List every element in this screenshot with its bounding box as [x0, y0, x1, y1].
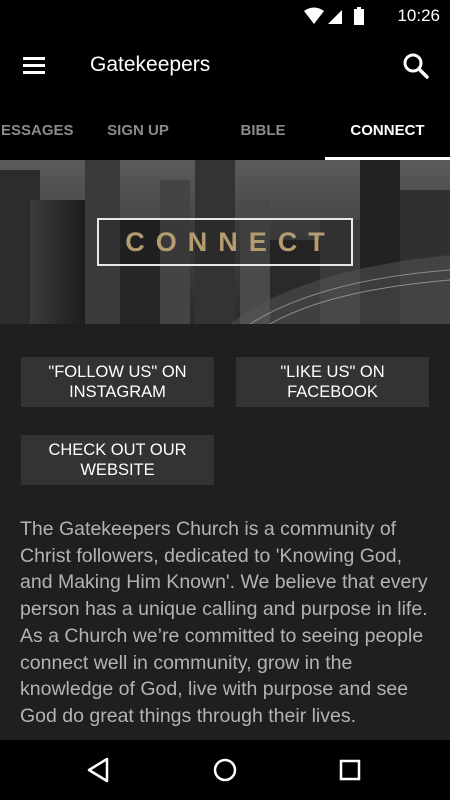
hero-banner: CONNECT	[0, 160, 450, 324]
app-title: Gatekeepers	[90, 53, 211, 76]
search-icon	[403, 53, 429, 79]
home-icon	[213, 758, 237, 782]
facebook-button[interactable]: "LIKE US" ON FACEBOOK	[236, 357, 429, 407]
connect-banner: CONNECT	[97, 218, 353, 266]
tab-bar: MESSAGES SIGN UP BIBLE CONNECT	[0, 100, 450, 160]
tab-label: MESSAGES	[0, 121, 74, 139]
connect-banner-text: CONNECT	[125, 226, 336, 257]
tab-label: SIGN UP	[107, 121, 169, 139]
signal-icon	[328, 10, 342, 24]
tab-label: BIBLE	[240, 121, 286, 139]
menu-button[interactable]	[20, 53, 50, 79]
menu-icon	[23, 57, 45, 74]
recents-button[interactable]	[334, 754, 366, 786]
battery-icon	[354, 7, 364, 25]
home-button[interactable]	[209, 754, 241, 786]
tab-sign-up[interactable]: SIGN UP	[80, 100, 196, 160]
website-button[interactable]: CHECK OUT OUR WEBSITE	[21, 435, 214, 485]
instagram-button[interactable]: "FOLLOW US" ON INSTAGRAM	[21, 357, 214, 407]
tab-bible[interactable]: BIBLE	[203, 100, 323, 160]
tab-label: CONNECT	[350, 121, 425, 139]
back-icon	[87, 757, 109, 783]
church-description: The Gatekeepers Church is a community of…	[20, 518, 428, 727]
system-nav-bar	[0, 740, 450, 800]
status-time: 10:26	[397, 6, 440, 25]
wifi-icon	[304, 7, 324, 24]
status-icons	[304, 7, 364, 25]
connect-content: "FOLLOW US" ON INSTAGRAM "LIKE US" ON FA…	[0, 324, 450, 740]
recents-icon	[339, 759, 361, 781]
search-button[interactable]	[402, 52, 430, 80]
back-button[interactable]	[83, 754, 115, 786]
app-bar: Gatekeepers	[0, 33, 450, 100]
status-bar: 10:26	[0, 0, 450, 33]
tab-connect[interactable]: CONNECT	[325, 100, 450, 160]
